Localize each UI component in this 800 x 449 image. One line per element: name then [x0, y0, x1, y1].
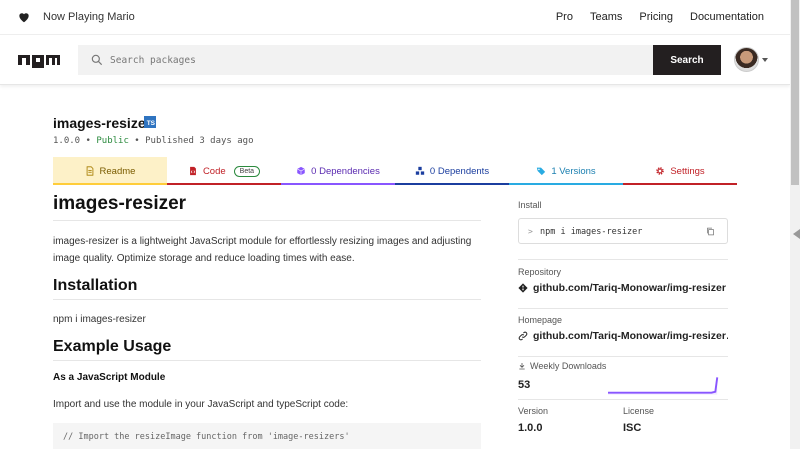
readme-content: images-resizer images-resizer is a light…	[53, 193, 481, 449]
javascript-module-heading: As a JavaScript Module	[53, 372, 166, 383]
install-label: Install	[518, 200, 542, 210]
installation-heading: Installation	[53, 277, 481, 300]
license-block: License ISC	[623, 406, 728, 434]
nav-pro-link[interactable]: Pro	[556, 11, 573, 23]
beta-badge: Beta	[233, 165, 261, 177]
example-usage-heading: Example Usage	[53, 338, 481, 361]
install-command-box[interactable]: > npm i images-resizer	[518, 218, 728, 244]
download-icon	[519, 363, 525, 370]
homepage-section: Homepage github.com/Tariq-Monowar/img-re…	[518, 315, 728, 357]
tab-underline	[509, 183, 623, 185]
chevron-down-icon[interactable]	[762, 58, 768, 62]
code-file-icon	[190, 166, 196, 176]
heart-icon[interactable]	[17, 10, 31, 24]
package-published: Published 3 days ago	[145, 136, 254, 146]
scrollbar-thumb[interactable]	[791, 0, 799, 185]
tab-underline	[395, 183, 509, 185]
npm-logo[interactable]	[18, 52, 60, 68]
install-section: Install > npm i images-resizer	[518, 200, 728, 260]
version-block: Version 1.0.0	[518, 406, 623, 434]
install-command: npm i images-resizer	[540, 227, 643, 237]
now-playing-text: Now Playing Mario	[43, 11, 135, 23]
version-label: Version	[518, 406, 549, 416]
package-visibility: Public	[96, 136, 129, 146]
repository-section: Repository github.com/Tariq-Monowar/img-…	[518, 267, 728, 309]
tab-dependencies-label: 0 Dependencies	[311, 165, 380, 177]
license-label: License	[623, 406, 655, 416]
copy-icon[interactable]	[706, 227, 715, 236]
top-nav: Pro Teams Pricing Documentation	[539, 11, 764, 23]
tab-readme-label: Readme	[99, 165, 136, 177]
tag-icon	[537, 167, 546, 176]
homepage-link[interactable]: github.com/Tariq-Monowar/img-resizer…	[518, 330, 728, 342]
gear-icon	[656, 167, 665, 175]
link-icon	[518, 331, 528, 341]
tab-settings-label: Settings	[670, 165, 705, 177]
tab-settings[interactable]: Settings	[623, 157, 737, 185]
homepage-url: github.com/Tariq-Monowar/img-resizer…	[533, 330, 728, 342]
repository-link[interactable]: github.com/Tariq-Monowar/img-resizer	[518, 282, 728, 294]
installation-command: npm i images-resizer	[53, 314, 146, 325]
repository-label: Repository	[518, 267, 562, 277]
tab-versions-label: 1 Versions	[551, 165, 596, 177]
tab-code-label: Code	[202, 165, 226, 177]
weekly-downloads-section: Weekly Downloads 53	[518, 361, 728, 400]
version-license-section: Version 1.0.0 License ISC	[518, 406, 728, 448]
typescript-icon: TS	[144, 116, 156, 128]
version-value: 1.0.0	[518, 422, 543, 434]
tab-readme[interactable]: Readme	[53, 157, 167, 185]
tab-code[interactable]: Code Beta	[167, 157, 281, 185]
boxes-icon	[415, 166, 425, 175]
license-value: ISC	[623, 422, 642, 434]
package-meta: 1.0.0 • Public • Published 3 days ago	[53, 136, 254, 146]
readme-title: images-resizer	[53, 193, 481, 221]
weekly-downloads-header: Weekly Downloads	[518, 361, 728, 371]
search-header: Search	[0, 35, 790, 85]
weekly-downloads-label: Weekly Downloads	[530, 361, 607, 371]
tab-dependents[interactable]: 0 Dependents	[395, 157, 509, 185]
tab-dependencies[interactable]: 0 Dependencies	[281, 157, 395, 185]
git-icon	[518, 283, 528, 293]
tab-underline	[167, 183, 281, 185]
nav-documentation-link[interactable]: Documentation	[690, 11, 764, 23]
document-icon	[86, 166, 93, 176]
tab-versions[interactable]: 1 Versions	[509, 157, 623, 185]
search-box	[78, 45, 653, 75]
downloads-sparkline	[608, 377, 719, 395]
tab-underline	[281, 183, 395, 185]
search-input[interactable]	[110, 45, 640, 75]
top-bar: Now Playing Mario Pro Teams Pricing Docu…	[0, 0, 790, 35]
nav-pricing-link[interactable]: Pricing	[639, 11, 673, 23]
code-block: // Import the resizeImage function from …	[53, 423, 481, 449]
repository-url: github.com/Tariq-Monowar/img-resizer	[533, 282, 726, 294]
package-version: 1.0.0	[53, 136, 81, 146]
tab-underline	[53, 183, 167, 185]
page-scrollbar[interactable]	[790, 0, 800, 449]
homepage-label: Homepage	[518, 315, 563, 325]
search-icon	[91, 54, 103, 66]
nav-teams-link[interactable]: Teams	[590, 11, 622, 23]
box-icon	[297, 166, 306, 176]
import-instructions: Import and use the module in your JavaSc…	[53, 399, 349, 410]
avatar[interactable]	[734, 47, 759, 72]
tab-dependents-label: 0 Dependents	[429, 165, 490, 177]
package-name: images-resizer	[53, 115, 152, 131]
readme-intro: images-resizer is a lightweight JavaScri…	[53, 236, 472, 264]
package-tabs: Readme Code Beta 0 Dependencies 0 Depend…	[53, 157, 737, 185]
version-license-grid: Version 1.0.0 License ISC	[518, 406, 728, 434]
tab-underline	[623, 183, 737, 185]
search-button[interactable]: Search	[653, 45, 721, 75]
terminal-prompt-icon: >	[528, 227, 533, 236]
